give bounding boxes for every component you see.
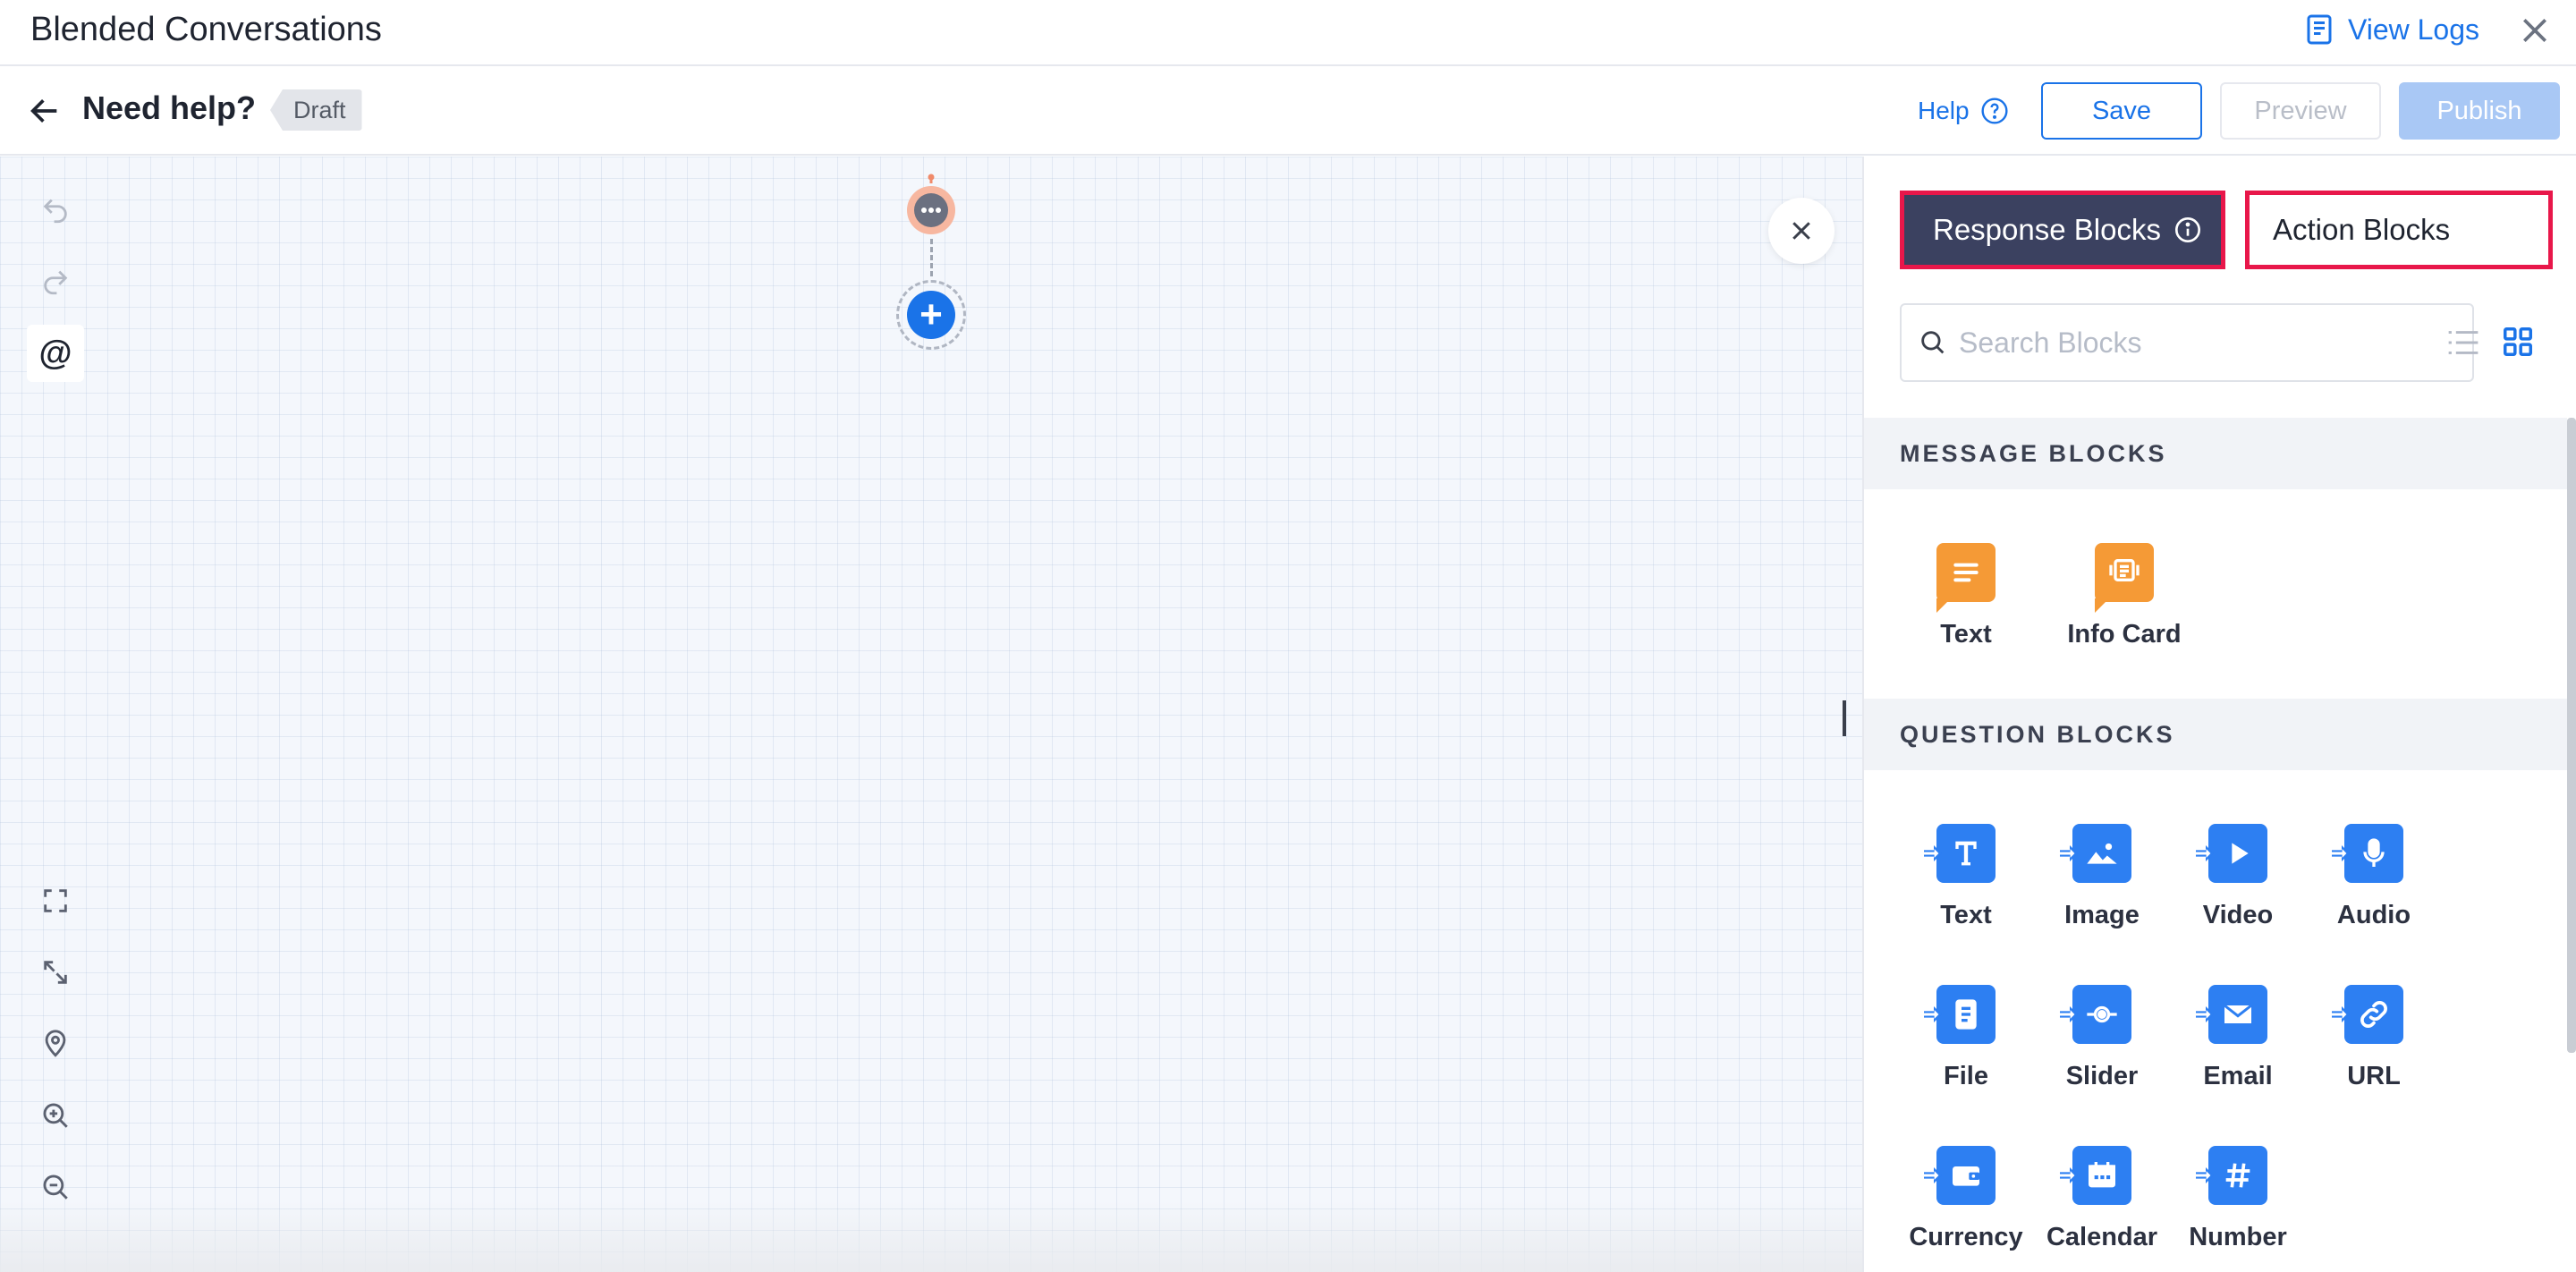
block-label: File bbox=[1944, 1062, 1988, 1090]
blocks-panel: Response Blocks Action Blocks MESSAGE BL… bbox=[1862, 157, 2576, 1272]
block-label: Video bbox=[2202, 901, 2274, 929]
publish-button[interactable]: Publish bbox=[2399, 82, 2560, 140]
block-text-question[interactable]: Text bbox=[1903, 824, 2029, 930]
tab-response-label: Response Blocks bbox=[1933, 213, 2161, 246]
node-connector bbox=[930, 239, 933, 276]
grid-view-icon[interactable] bbox=[2501, 325, 2535, 359]
tab-action-blocks[interactable]: Action Blocks bbox=[2245, 191, 2553, 269]
block-calendar[interactable]: Calendar bbox=[2039, 1146, 2165, 1252]
block-label: Calendar bbox=[2046, 1223, 2158, 1251]
search-box[interactable] bbox=[1900, 303, 2474, 382]
file-icon bbox=[1936, 985, 1996, 1044]
calendar-icon bbox=[2072, 1146, 2131, 1205]
block-label: Currency bbox=[1909, 1223, 2023, 1251]
block-label: Slider bbox=[2065, 1062, 2139, 1090]
log-document-icon bbox=[2307, 14, 2332, 45]
email-icon bbox=[2208, 985, 2267, 1044]
panel-resize-handle[interactable] bbox=[1843, 700, 1846, 736]
block-number[interactable]: Number bbox=[2175, 1146, 2301, 1252]
canvas-bottom-fade bbox=[0, 1200, 1862, 1272]
block-label: Text bbox=[1940, 901, 1992, 929]
block-label: Info Card bbox=[2067, 620, 2182, 649]
slider-icon bbox=[2072, 985, 2131, 1044]
redo-button[interactable] bbox=[27, 253, 84, 310]
undo-icon bbox=[43, 199, 67, 224]
close-icon bbox=[1792, 222, 1810, 240]
link-icon bbox=[2344, 985, 2403, 1044]
add-block-button[interactable]: + bbox=[896, 280, 966, 350]
back-arrow-icon[interactable] bbox=[27, 93, 63, 129]
view-logs-link[interactable]: View Logs bbox=[2303, 13, 2479, 47]
wallet-icon bbox=[1936, 1146, 1996, 1205]
block-text-message[interactable]: Text bbox=[1903, 543, 2029, 649]
block-slider[interactable]: Slider bbox=[2039, 985, 2165, 1091]
block-currency[interactable]: Currency bbox=[1903, 1146, 2029, 1252]
flow-header: Need help? Draft Help Save Preview Publi… bbox=[0, 66, 2576, 156]
block-label: URL bbox=[2347, 1062, 2401, 1090]
zoom-in-icon bbox=[43, 1103, 68, 1128]
block-label: Text bbox=[1940, 620, 1992, 649]
help-link[interactable]: Help bbox=[1918, 97, 2009, 125]
panel-scrollbar[interactable] bbox=[2567, 418, 2576, 1053]
fit-screen-button[interactable] bbox=[27, 872, 84, 929]
save-button[interactable]: Save bbox=[2041, 82, 2202, 140]
close-window-icon[interactable] bbox=[2517, 13, 2553, 48]
map-pin-icon bbox=[45, 1030, 66, 1057]
at-sign-icon: @ bbox=[38, 334, 72, 372]
zoom-out-icon bbox=[43, 1174, 68, 1200]
block-label: Audio bbox=[2336, 901, 2411, 929]
plus-icon: + bbox=[907, 291, 955, 339]
info-card-icon bbox=[2095, 543, 2154, 602]
video-icon bbox=[2208, 824, 2267, 883]
preview-button[interactable]: Preview bbox=[2220, 82, 2381, 140]
block-url[interactable]: URL bbox=[2311, 985, 2436, 1091]
block-email[interactable]: Email bbox=[2175, 985, 2301, 1091]
block-file[interactable]: File bbox=[1903, 985, 2029, 1091]
block-label: Number bbox=[2189, 1223, 2287, 1251]
mention-button[interactable]: @ bbox=[27, 325, 84, 382]
status-badge: Draft bbox=[270, 89, 362, 131]
hash-icon bbox=[2208, 1146, 2267, 1205]
block-audio[interactable]: Audio bbox=[2311, 824, 2436, 930]
app-title: Blended Conversations bbox=[30, 11, 382, 48]
block-image[interactable]: Image bbox=[2039, 824, 2165, 930]
image-icon bbox=[2072, 824, 2131, 883]
redo-icon bbox=[44, 270, 68, 295]
view-logs-label: View Logs bbox=[2347, 13, 2479, 46]
expand-arrows-icon bbox=[44, 961, 67, 984]
start-node-icon[interactable] bbox=[903, 173, 959, 237]
block-info-card[interactable]: Info Card bbox=[2062, 543, 2187, 649]
microphone-icon bbox=[2344, 824, 2403, 883]
close-panel-button[interactable] bbox=[1768, 198, 1835, 264]
info-icon[interactable] bbox=[2174, 216, 2202, 244]
undo-button[interactable] bbox=[27, 182, 84, 239]
section-message-blocks: MESSAGE BLOCKS bbox=[1864, 418, 2567, 489]
expand-button[interactable] bbox=[27, 944, 84, 1001]
list-view-icon[interactable] bbox=[2445, 326, 2481, 359]
block-video[interactable]: Video bbox=[2175, 824, 2301, 930]
text-question-icon bbox=[1936, 824, 1996, 883]
block-label: Email bbox=[2203, 1062, 2273, 1090]
fit-screen-icon bbox=[44, 889, 67, 912]
text-message-icon bbox=[1936, 543, 1996, 602]
search-input[interactable] bbox=[1959, 326, 2460, 360]
flow-name: Need help? bbox=[82, 89, 257, 126]
zoom-in-button[interactable] bbox=[27, 1087, 84, 1144]
tab-action-label: Action Blocks bbox=[2273, 213, 2451, 246]
title-bar: Blended Conversations View Logs bbox=[0, 0, 2576, 66]
section-question-blocks: QUESTION BLOCKS bbox=[1864, 699, 2567, 770]
question-circle-icon bbox=[1981, 98, 2008, 124]
locate-button[interactable] bbox=[27, 1015, 84, 1073]
help-label: Help bbox=[1918, 97, 1970, 124]
search-icon bbox=[1921, 331, 1945, 354]
block-label: Image bbox=[2064, 901, 2140, 929]
tab-response-blocks[interactable]: Response Blocks bbox=[1900, 191, 2225, 269]
flow-canvas[interactable]: @ + bbox=[0, 157, 1862, 1272]
